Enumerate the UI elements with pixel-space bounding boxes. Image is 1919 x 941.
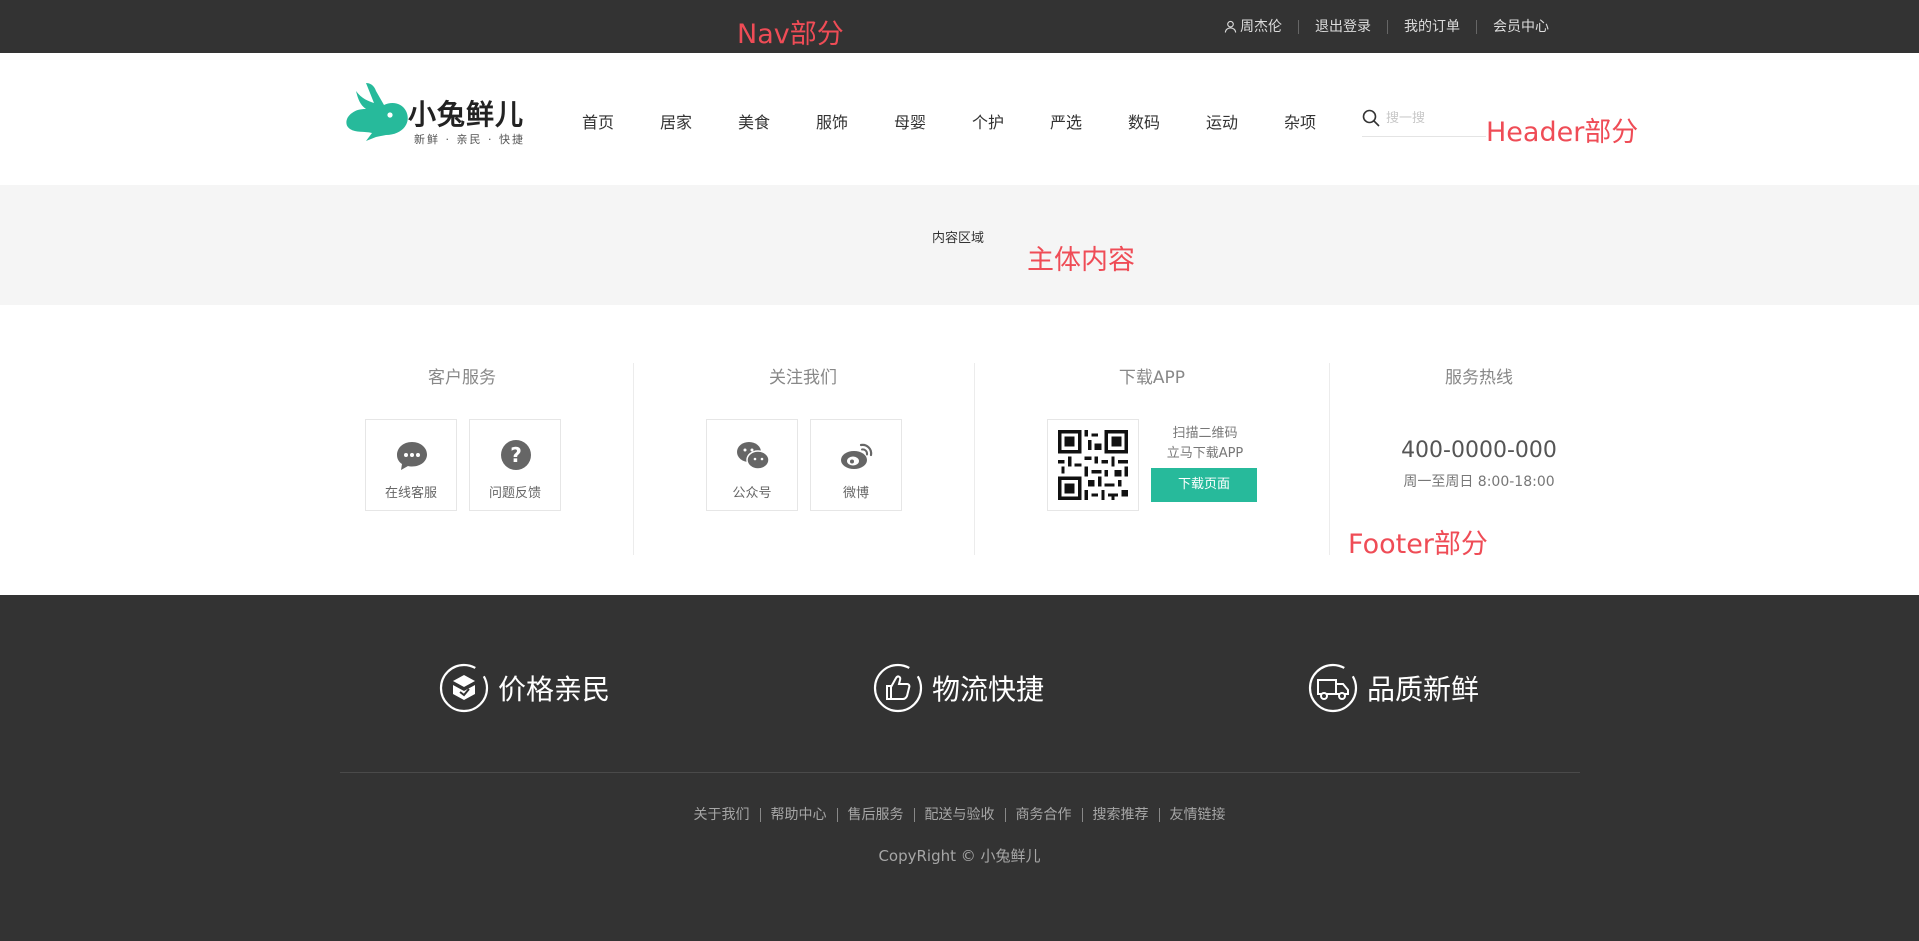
content-title: 内容区域 [932, 231, 985, 246]
truck-icon [1308, 663, 1358, 713]
service-section: 客户服务 在线客服 ? 问题反馈 关注我们 公众号 微博 下载APP 扫描二维码… [0, 305, 1919, 595]
feature-price-text: 价格亲民 [498, 673, 611, 706]
footer-link-about[interactable]: 关于我们 [684, 808, 760, 822]
search-box [1362, 109, 1486, 137]
content-annotation: 主体内容 [1027, 245, 1135, 276]
menu-item-food[interactable]: 美食 [738, 109, 816, 133]
scan-qr-text: 扫描二维码 立马下载APP [1150, 424, 1260, 464]
footer-link-search[interactable]: 搜索推荐 [1081, 808, 1159, 822]
feature-logistics: 物流快捷 [872, 661, 1044, 715]
footer-link-friends[interactable]: 友情链接 [1158, 808, 1236, 822]
search-input[interactable] [1386, 111, 1482, 126]
download-app-heading: 下载APP [1118, 368, 1186, 388]
weibo-icon [841, 443, 873, 469]
top-nav: 周杰伦 退出登录 我的订单 会员中心 [0, 0, 1919, 53]
footer-link-help[interactable]: 帮助中心 [759, 808, 837, 822]
feedback-tile[interactable]: ? 问题反馈 [469, 419, 561, 511]
nav-annotation: Nav部分 [737, 19, 844, 50]
user-name: 周杰伦 [1240, 18, 1282, 35]
wechat-label: 公众号 [732, 486, 772, 501]
feature-quality-text: 品质新鲜 [1367, 673, 1480, 706]
footer-bottom: 价格亲民 物流快捷 品质新鲜 关于我们 帮助中心 售后服务 配送与验收 商务合作… [0, 595, 1919, 941]
menu-item-baby[interactable]: 母婴 [894, 109, 972, 133]
column-divider [1329, 363, 1330, 555]
footer-links: 关于我们 帮助中心 售后服务 配送与验收 商务合作 搜索推荐 友情链接 [0, 808, 1919, 822]
user-icon [1224, 20, 1237, 33]
logo-text: 小兔鲜儿 [408, 98, 525, 131]
weibo-label: 微博 [842, 486, 869, 501]
main-menu: 首页 居家 美食 服饰 母婴 个护 严选 数码 运动 杂项 [582, 109, 1362, 133]
download-app-line: 立马下载APP [1166, 446, 1244, 461]
wechat-icon [737, 442, 770, 470]
thumbs-up-icon [873, 663, 923, 713]
menu-item-misc[interactable]: 杂项 [1284, 109, 1362, 133]
question-icon: ? [501, 440, 531, 470]
qr-code-icon [1058, 430, 1128, 500]
footer-annotation: Footer部分 [1348, 529, 1488, 560]
menu-item-home[interactable]: 首页 [582, 109, 660, 133]
weibo-tile[interactable]: 微博 [810, 419, 902, 511]
search-icon[interactable] [1362, 109, 1380, 127]
menu-item-home-living[interactable]: 居家 [660, 109, 738, 133]
menu-item-personal-care[interactable]: 个护 [972, 109, 1050, 133]
scan-qr-line: 扫描二维码 [1172, 426, 1238, 441]
member-center-link[interactable]: 会员中心 [1476, 19, 1565, 34]
content-area: 内容区域 [0, 185, 1919, 305]
feature-price: 价格亲民 [438, 661, 610, 715]
header-annotation: Header部分 [1486, 117, 1639, 148]
hotline-number: 400-0000-000 [1401, 438, 1557, 463]
column-divider [633, 363, 634, 555]
menu-item-apparel[interactable]: 服饰 [816, 109, 894, 133]
follow-us-heading: 关注我们 [769, 368, 837, 388]
user-link[interactable]: 周杰伦 [1208, 20, 1298, 34]
service-hours: 周一至周日 8:00-18:00 [1403, 474, 1555, 490]
hotline-heading: 服务热线 [1445, 368, 1513, 388]
logo-slogan: 新鲜 · 亲民 · 快捷 [414, 133, 525, 146]
feedback-label: 问题反馈 [488, 486, 541, 501]
online-service-tile[interactable]: 在线客服 [365, 419, 457, 511]
menu-item-digital[interactable]: 数码 [1128, 109, 1206, 133]
column-divider [974, 363, 975, 555]
price-box-icon [439, 663, 489, 713]
footer-link-after-sales[interactable]: 售后服务 [836, 808, 914, 822]
feature-quality: 品质新鲜 [1307, 661, 1479, 715]
online-service-label: 在线客服 [384, 486, 437, 501]
feature-logistics-text: 物流快捷 [932, 673, 1045, 706]
chat-bubble-icon [397, 442, 427, 470]
download-page-button[interactable]: 下载页面 [1151, 468, 1257, 502]
wechat-tile[interactable]: 公众号 [706, 419, 798, 511]
logout-link[interactable]: 退出登录 [1298, 19, 1387, 34]
customer-service-heading: 客户服务 [428, 368, 496, 388]
menu-item-selected[interactable]: 严选 [1050, 109, 1128, 133]
footer-divider [340, 772, 1580, 773]
footer-link-delivery[interactable]: 配送与验收 [913, 808, 1005, 822]
copyright: CopyRight © 小兔鲜儿 [878, 847, 1041, 865]
qr-code [1047, 419, 1139, 511]
top-nav-links: 周杰伦 退出登录 我的订单 会员中心 [1208, 0, 1565, 53]
svg-text:?: ? [510, 443, 522, 467]
menu-item-sports[interactable]: 运动 [1206, 109, 1284, 133]
my-orders-link[interactable]: 我的订单 [1387, 19, 1476, 34]
footer-link-business[interactable]: 商务合作 [1004, 808, 1082, 822]
